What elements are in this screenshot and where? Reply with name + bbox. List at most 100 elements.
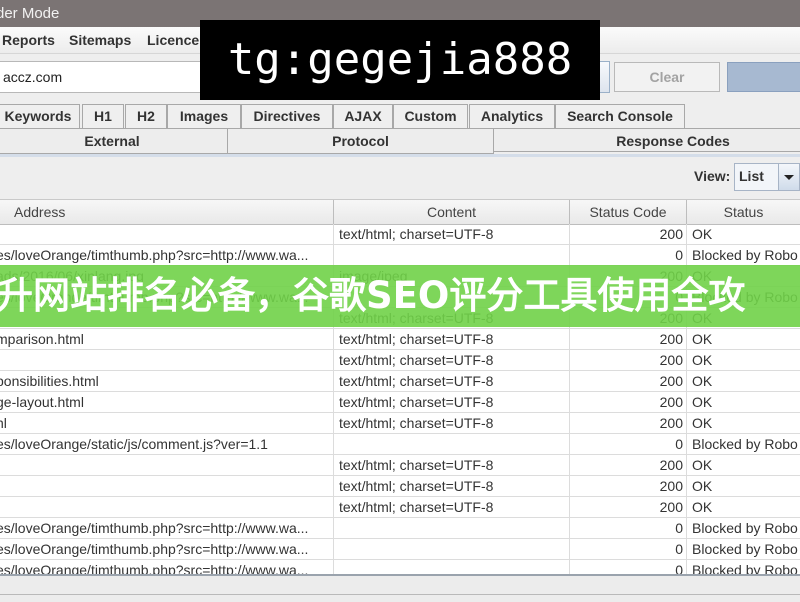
cell-address: es/loveOrange/static/js/comment.js?ver=1… — [0, 434, 334, 455]
cell-content: text/html; charset=UTF-8 — [334, 455, 570, 476]
cell-address — [0, 224, 334, 245]
cell-content: text/html; charset=UTF-8 — [334, 350, 570, 371]
column-address[interactable]: Address — [0, 200, 334, 224]
url-input[interactable]: accz.com — [0, 61, 214, 93]
cell-status-code: 0 — [570, 518, 687, 539]
tab-analytics[interactable]: Analytics — [469, 104, 555, 128]
cell-address: nl — [0, 413, 334, 434]
table-row[interactable]: nl text/html; charset=UTF-8200 OK — [0, 413, 800, 434]
cell-status-code: 200 — [570, 224, 687, 245]
address-text: ge-layout.html — [0, 394, 84, 410]
tab-protocol[interactable]: Protocol — [227, 128, 494, 154]
cell-content: text/html; charset=UTF-8 — [334, 497, 570, 518]
cell-status-code: 200 — [570, 497, 687, 518]
cell-status: OK — [692, 331, 713, 347]
tab-images[interactable]: Images — [167, 104, 241, 128]
cell-content — [334, 434, 570, 455]
tab-search-console[interactable]: Search Console — [555, 104, 685, 128]
tab-response-codes[interactable]: Response Codes — [493, 128, 800, 152]
table-row[interactable]: ltext/html; charset=UTF-8200 OK — [0, 476, 800, 497]
panel-divider — [0, 154, 800, 157]
table-row[interactable]: text/html; charset=UTF-8200 OK — [0, 350, 800, 371]
cell-status-code: 200 — [570, 413, 687, 434]
table-row[interactable]: es/loveOrange/timthumb.php?src=http://ww… — [0, 518, 800, 539]
cell-status-code: 200 — [570, 476, 687, 497]
table-row[interactable]: text/html; charset=UTF-8200 OK — [0, 497, 800, 518]
cell-status: OK — [692, 499, 713, 515]
tab-custom[interactable]: Custom — [393, 104, 468, 128]
table-row[interactable]: text/html; charset=UTF-8200 OK — [0, 224, 800, 245]
window-title: der Mode — [0, 5, 60, 22]
banner-text: 升网站排名必备，谷歌SEO评分工具使用全攻 — [0, 274, 746, 317]
address-text: ponsibilities.html — [0, 373, 99, 389]
cell-address: es/loveOrange/timthumb.php?src=http://ww… — [0, 539, 334, 560]
address-text: es/loveOrange/timthumb.php?src=http://ww… — [0, 520, 309, 536]
menu-reports[interactable]: Reports — [2, 27, 55, 53]
cell-status-code: 200 — [570, 350, 687, 371]
results-table: Address Content Status Code Status text/… — [0, 199, 800, 579]
table-header: Address Content Status Code Status — [0, 199, 800, 225]
table-row[interactable]: ge-layout.html text/html; charset=UTF-8 20… — [0, 392, 800, 413]
address-text: nl — [0, 415, 7, 431]
cell-content: text/html; charset=UTF-8 — [334, 392, 570, 413]
cell-status: OK — [692, 226, 713, 242]
watermark-overlay: tg:gegejia888 — [200, 20, 600, 100]
table-row[interactable]: mparison.html text/html; charset=UTF-8 200… — [0, 329, 800, 350]
column-content[interactable]: Content — [334, 200, 570, 224]
table-row[interactable]: es/loveOrange/static/js/comment.js?ver=1… — [0, 434, 800, 455]
table-row[interactable]: ponsibilities.html text/html; charset=UTF… — [0, 371, 800, 392]
cell-address — [0, 497, 334, 518]
cell-address: es/loveOrange/timthumb.php?src=http://ww… — [0, 245, 334, 266]
menu-sitemaps[interactable]: Sitemaps — [69, 27, 131, 53]
cell-status: OK — [692, 478, 713, 494]
cell-content: text/html; charset=UTF-8 — [334, 224, 570, 245]
cell-status: OK — [692, 415, 713, 431]
cell-content: text/html; charset=UTF-8 — [334, 371, 570, 392]
action-button[interactable] — [727, 62, 800, 92]
cell-status: Blocked by Robo — [692, 520, 798, 536]
cell-address — [0, 350, 334, 371]
tab-external[interactable]: External — [0, 128, 228, 154]
cell-address: ponsibilities.html — [0, 371, 334, 392]
cell-address — [0, 455, 334, 476]
cell-status: OK — [692, 352, 713, 368]
table-row[interactable]: text/html; charset=UTF-8200 OK — [0, 455, 800, 476]
tab-directives[interactable]: Directives — [241, 104, 333, 128]
menu-licence[interactable]: Licence — [147, 27, 199, 53]
cell-address: es/loveOrange/timthumb.php?src=http://ww… — [0, 518, 334, 539]
column-status[interactable]: Status — [687, 200, 800, 224]
table-row[interactable]: es/loveOrange/timthumb.php?src=http://ww… — [0, 245, 800, 266]
cell-address: l — [0, 476, 334, 497]
cell-status-code: 200 — [570, 455, 687, 476]
tab-keywords[interactable]: Keywords — [0, 104, 80, 128]
cell-status: OK — [692, 457, 713, 473]
address-text: mparison.html — [0, 331, 84, 347]
view-label: View: — [694, 168, 731, 184]
cell-content: text/html; charset=UTF-8 — [334, 413, 570, 434]
cell-status-code: 0 — [570, 539, 687, 560]
cell-status: OK — [692, 373, 713, 389]
tab-ajax[interactable]: AJAX — [333, 104, 393, 128]
column-status-code[interactable]: Status Code — [570, 200, 687, 224]
primary-tabs: Keywords H1 H2 Images Directives AJAX Cu… — [0, 104, 800, 128]
cell-content — [334, 518, 570, 539]
secondary-tabs: External Protocol Response Codes — [0, 128, 800, 154]
tab-h2[interactable]: H2 — [125, 104, 167, 128]
cell-content — [334, 539, 570, 560]
cell-content — [334, 245, 570, 266]
clear-button[interactable]: Clear — [614, 62, 720, 92]
chevron-down-icon[interactable] — [778, 164, 799, 190]
cell-status: Blocked by Robo — [692, 541, 798, 557]
view-selected-value: List — [739, 168, 764, 184]
table-row[interactable]: es/loveOrange/timthumb.php?src=http://ww… — [0, 539, 800, 560]
cell-status: OK — [692, 394, 713, 410]
view-select[interactable]: List — [734, 163, 800, 191]
cell-address: mparison.html — [0, 329, 334, 350]
tab-h1[interactable]: H1 — [82, 104, 124, 128]
cell-status: Blocked by Robo — [692, 436, 798, 452]
cell-status-code: 0 — [570, 245, 687, 266]
overlay-banner: 升网站排名必备，谷歌SEO评分工具使用全攻 — [0, 265, 800, 327]
cell-content: text/html; charset=UTF-8 — [334, 476, 570, 497]
address-text: es/loveOrange/timthumb.php?src=http://ww… — [0, 541, 309, 557]
cell-status-code: 200 — [570, 392, 687, 413]
